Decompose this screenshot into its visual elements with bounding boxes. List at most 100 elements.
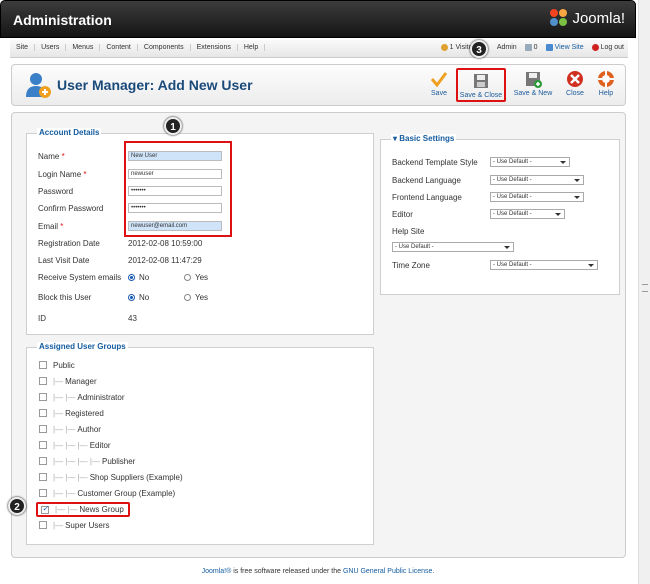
menu-help[interactable]: Help [238, 44, 266, 51]
id-value: 43 [128, 313, 137, 323]
menu-extensions[interactable]: Extensions [191, 44, 238, 51]
floppy-icon [472, 72, 490, 90]
group-publisher[interactable]: |— |— |— |— Publisher [39, 455, 135, 467]
editor-row: Editor - Use Default - [392, 208, 565, 220]
logo-text: Joomla! [572, 9, 625, 27]
block-user-yes[interactable]: Yes [184, 293, 240, 302]
group-super-users[interactable]: |— Super Users [39, 519, 110, 531]
checkbox-icon[interactable] [39, 409, 47, 417]
help-label: Help [598, 90, 614, 97]
help-site-label: Help Site [392, 226, 425, 236]
basic-settings-panel: ▾ Basic Settings Backend Template Style … [380, 134, 620, 295]
block-user-row: Block this User No Yes [38, 291, 240, 303]
messages-status[interactable]: 0 [524, 44, 538, 51]
basic-settings-legend[interactable]: ▾ Basic Settings [391, 134, 457, 143]
main-content: Account Details Name * New User Login Na… [11, 112, 626, 558]
backend-language-label: Backend Language [392, 175, 461, 185]
menu-users[interactable]: Users [35, 44, 67, 51]
scrollbar[interactable] [638, 0, 650, 584]
group-administrator[interactable]: |— |— Administrator [39, 391, 125, 403]
block-user-no[interactable]: No [128, 293, 184, 302]
confirm-password-label: Confirm Password [38, 203, 104, 213]
joomla-link[interactable]: Joomla!® [202, 568, 232, 575]
help-site-select[interactable]: - Use Default - [392, 242, 514, 252]
menu-components[interactable]: Components [138, 44, 191, 51]
system-emails-no[interactable]: No [128, 273, 184, 282]
footer-text: is free software released under the [231, 568, 343, 575]
admin-status: Admin [496, 44, 517, 51]
save-close-button[interactable]: Save & Close [456, 68, 506, 102]
group-author[interactable]: |— |— Author [39, 423, 101, 435]
group-public[interactable]: Public [39, 359, 75, 371]
id-row: ID 43 [38, 312, 137, 324]
editor-select[interactable]: - Use Default - [490, 209, 565, 219]
save-new-button[interactable]: Save & New [510, 68, 556, 102]
group-news[interactable]: |— |—News Group [36, 502, 130, 517]
frontend-language-label: Frontend Language [392, 192, 462, 202]
time-zone-row: Time Zone - Use Default - [392, 259, 598, 271]
mail-icon [524, 44, 532, 51]
last-visit-label: Last Visit Date [38, 255, 90, 265]
radio-icon [184, 273, 191, 281]
checkbox-icon[interactable] [39, 489, 47, 497]
joomla-logo: Joomla! [550, 9, 625, 27]
radio-icon [128, 293, 135, 301]
password-label: Password [38, 186, 74, 196]
checkbox-checked-icon[interactable] [41, 504, 49, 514]
save-new-label: Save & New [513, 90, 553, 97]
system-emails-row: Receive System emails No Yes [38, 271, 240, 283]
group-customer[interactable]: |— |— Customer Group (Example) [39, 487, 175, 499]
backend-language-select[interactable]: - Use Default - [490, 175, 584, 185]
checkbox-icon[interactable] [39, 457, 47, 465]
help-site-select-row: - Use Default - [392, 241, 514, 253]
help-site-row: Help Site [392, 225, 482, 237]
system-emails-yes[interactable]: Yes [184, 273, 240, 282]
block-user-label: Block this User [38, 292, 92, 302]
template-select[interactable]: - Use Default - [490, 157, 570, 167]
registration-value: 2012-02-08 10:59:00 [128, 238, 203, 248]
radio-icon [184, 293, 191, 301]
id-label: ID [38, 313, 46, 323]
menu-site[interactable]: Site [10, 44, 36, 51]
help-button[interactable]: Help [588, 68, 624, 102]
scrollbar-grip[interactable] [642, 284, 648, 292]
time-zone-label: Time Zone [392, 260, 430, 270]
fields-highlight [124, 141, 232, 237]
admin-header: Administration Joomla! [0, 0, 636, 38]
user-icon [440, 44, 448, 51]
login-label: Login Name [38, 169, 82, 179]
menu-menus[interactable]: Menus [66, 44, 101, 51]
step-badge-3: 3 [470, 40, 488, 58]
account-details-legend: Account Details [37, 128, 102, 137]
page-title: User Manager: Add New User [57, 77, 253, 93]
group-registered[interactable]: |— Registered [39, 407, 104, 419]
checkbox-icon[interactable] [39, 473, 47, 481]
backend-language-row: Backend Language - Use Default - [392, 174, 584, 186]
group-shop-suppliers[interactable]: |— |— |— Shop Suppliers (Example) [39, 471, 183, 483]
close-icon [566, 70, 584, 88]
view-site-link[interactable]: View Site [545, 44, 584, 51]
checkbox-icon[interactable] [39, 393, 47, 401]
checkbox-icon[interactable] [39, 441, 47, 449]
license-link[interactable]: GNU General Public License [343, 568, 433, 575]
radio-icon [128, 273, 135, 281]
last-visit-row: Last Visit Date 2012-02-08 11:47:29 [38, 254, 202, 266]
checkbox-icon[interactable] [39, 425, 47, 433]
time-zone-select[interactable]: - Use Default - [490, 260, 598, 270]
frontend-language-select[interactable]: - Use Default - [490, 192, 584, 202]
header-title: Administration [13, 12, 112, 28]
menu-content[interactable]: Content [100, 44, 138, 51]
group-editor[interactable]: |— |— |— Editor [39, 439, 111, 451]
group-manager[interactable]: |— Manager [39, 375, 97, 387]
checkbox-icon[interactable] [39, 521, 47, 529]
checkbox-icon[interactable] [39, 361, 47, 369]
template-label: Backend Template Style [392, 157, 478, 167]
logout-link[interactable]: Log out [591, 44, 624, 51]
user-manager-icon [24, 71, 52, 99]
save-close-label: Save & Close [459, 92, 503, 99]
checkmark-icon [430, 70, 448, 88]
checkbox-icon[interactable] [39, 377, 47, 385]
registration-row: Registration Date 2012-02-08 10:59:00 [38, 237, 202, 249]
logout-icon [591, 44, 599, 51]
menu-bar: Site Users Menus Content Components Exte… [10, 40, 628, 58]
